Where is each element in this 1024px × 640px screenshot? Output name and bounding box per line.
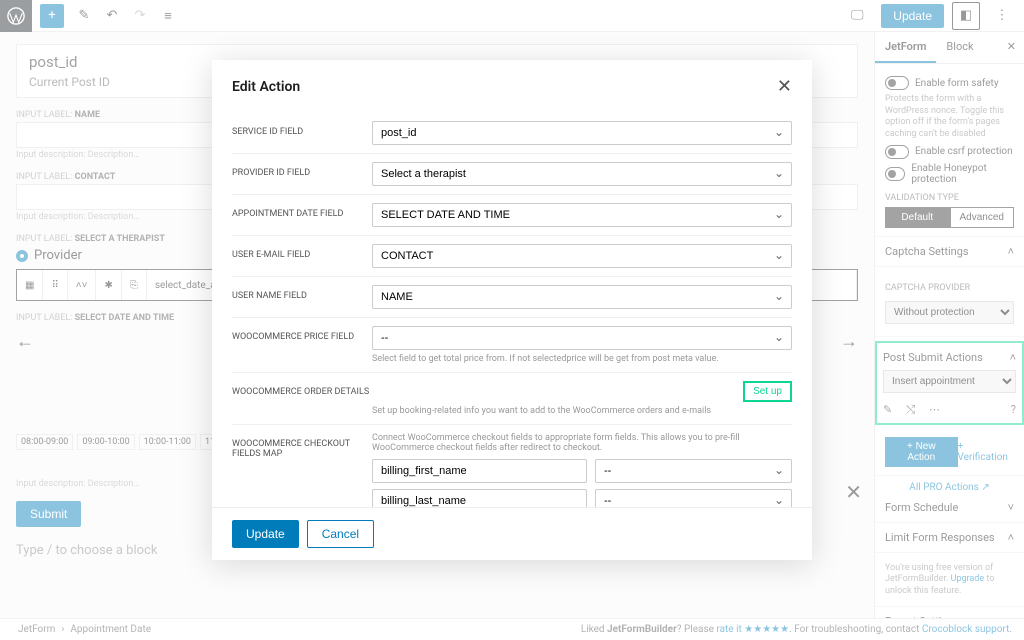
service-field-label: SERVICE ID FIELD — [232, 121, 372, 137]
modal-title: Edit Action — [232, 79, 300, 95]
edit-action-modal: Edit Action ✕ SERVICE ID FIELD post_id P… — [212, 60, 812, 560]
map-value-select[interactable]: -- — [595, 489, 792, 507]
date-field-label: APPOINTMENT DATE FIELD — [232, 203, 372, 219]
map-value-select[interactable]: -- — [595, 459, 792, 483]
checkout-hint: Connect WooCommerce checkout fields to a… — [372, 433, 792, 453]
provider-field-label: PROVIDER ID FIELD — [232, 162, 372, 178]
price-field-select[interactable]: -- — [372, 326, 792, 350]
checkout-map-label: WOOCOMMERCE CHECKOUT FIELDS MAP — [232, 433, 372, 459]
service-field-select[interactable]: post_id — [372, 121, 792, 145]
email-field-label: USER E-MAIL FIELD — [232, 244, 372, 260]
map-key-input[interactable] — [372, 489, 587, 507]
price-hint: Select field to get total price from. If… — [372, 354, 792, 364]
map-key-input[interactable] — [372, 459, 587, 483]
modal-update-button[interactable]: Update — [232, 520, 299, 548]
price-field-label: WOOCOMMERCE PRICE FIELD — [232, 326, 372, 342]
provider-field-select[interactable]: Select a therapist — [372, 162, 792, 186]
username-field-select[interactable]: NAME — [372, 285, 792, 309]
date-field-select[interactable]: SELECT DATE AND TIME — [372, 203, 792, 227]
username-field-label: USER NAME FIELD — [232, 285, 372, 301]
order-details-label: WOOCOMMERCE ORDER DETAILS — [232, 381, 372, 397]
setup-button[interactable]: Set up — [743, 381, 792, 402]
order-details-hint: Set up booking-related info you want to … — [372, 406, 792, 416]
email-field-select[interactable]: CONTACT — [372, 244, 792, 268]
modal-cancel-button[interactable]: Cancel — [307, 520, 374, 548]
modal-close-icon[interactable]: ✕ — [777, 76, 792, 97]
